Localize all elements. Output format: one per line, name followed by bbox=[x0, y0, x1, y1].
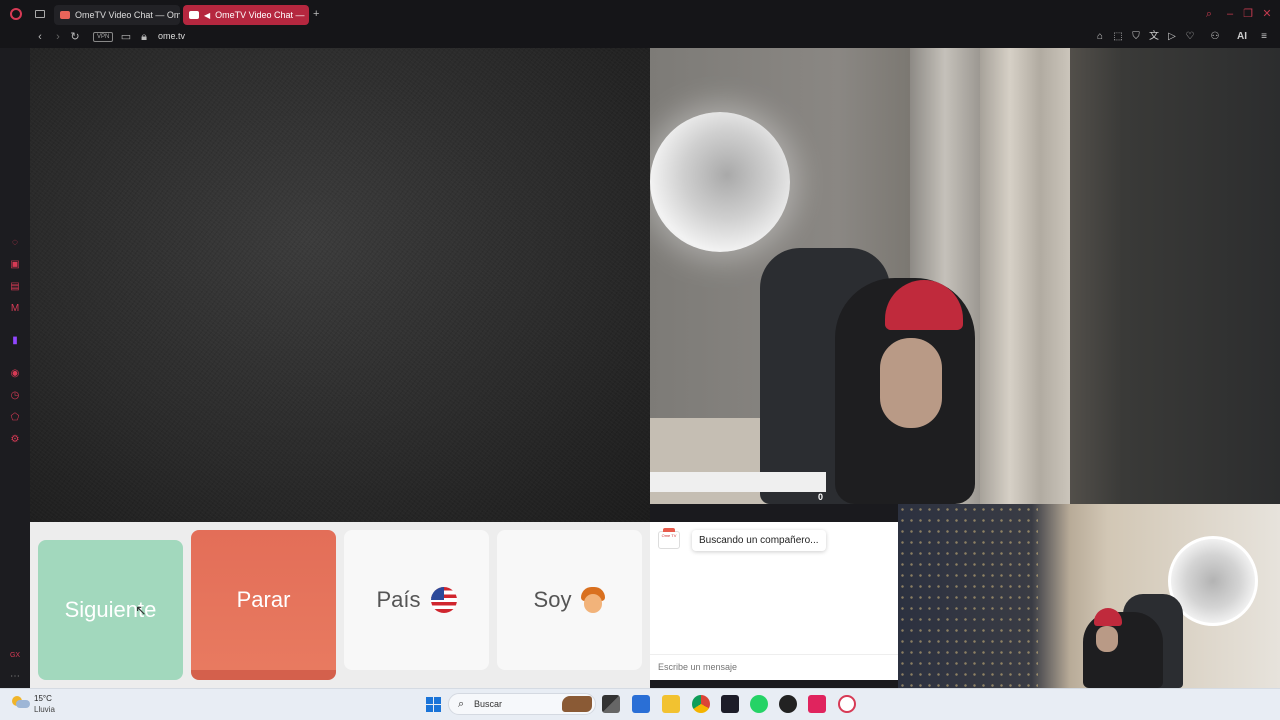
file-explorer-icon[interactable] bbox=[662, 695, 680, 713]
lock-icon[interactable]: 🔒︎ bbox=[137, 30, 151, 44]
chat-status-message: Buscando un compañero... bbox=[692, 530, 826, 551]
opera-gx-icon[interactable] bbox=[838, 695, 856, 713]
gender-label: Soy bbox=[533, 587, 572, 612]
camera-icon[interactable]: ▭ bbox=[119, 30, 133, 44]
stop-button[interactable]: Parar bbox=[191, 530, 336, 680]
player-icon[interactable]: ◉ bbox=[9, 368, 21, 380]
face bbox=[880, 338, 942, 428]
tab-overview-icon[interactable] bbox=[35, 10, 45, 18]
task-view-icon[interactable] bbox=[602, 695, 620, 713]
adblock-icon[interactable]: ⛉ bbox=[1129, 30, 1143, 44]
red-cap bbox=[1094, 608, 1122, 626]
boy-emoji-icon bbox=[581, 587, 606, 613]
viewer-count: 0 bbox=[818, 492, 824, 502]
translate-icon[interactable]: 文 bbox=[1147, 30, 1161, 44]
reload-icon[interactable]: ↻ bbox=[68, 30, 82, 44]
heart-icon[interactable]: ♡ bbox=[1183, 30, 1197, 44]
menu-icon[interactable]: ≡ bbox=[1257, 30, 1271, 44]
self-preview-feed bbox=[898, 504, 1280, 688]
history-icon[interactable]: ◷ bbox=[9, 390, 21, 402]
control-panel: Siguiente Parar País Soy ↖ bbox=[30, 522, 650, 688]
profile-icon[interactable]: ⚇ bbox=[1208, 30, 1222, 44]
bookmark-icon[interactable]: ⌂ bbox=[1093, 30, 1107, 44]
search-icon: ⌕ bbox=[458, 698, 465, 710]
tiktok-icon[interactable] bbox=[808, 695, 826, 713]
country-button[interactable]: País bbox=[344, 530, 489, 670]
minimize-icon[interactable]: – bbox=[1224, 8, 1236, 20]
aria-icon[interactable]: ◌ bbox=[9, 237, 21, 249]
ai-button[interactable]: AI bbox=[1232, 30, 1252, 44]
tab-title: OmeTV Video Chat — Om bbox=[75, 10, 180, 20]
opera-logo-icon[interactable] bbox=[10, 8, 22, 20]
ometv-favicon-icon bbox=[60, 11, 70, 19]
tab-ometv-2[interactable]: ◀ OmeTV Video Chat — bbox=[183, 5, 309, 25]
tab-title: OmeTV Video Chat — bbox=[215, 10, 305, 20]
search-label: Buscar bbox=[474, 699, 503, 709]
gmail-icon[interactable]: M bbox=[9, 303, 21, 315]
speaker-icon: ◀ bbox=[204, 10, 211, 20]
forward-icon[interactable]: › bbox=[51, 30, 65, 44]
chrome-icon[interactable] bbox=[692, 695, 710, 713]
mouse-cursor-icon: ↖ bbox=[135, 602, 147, 618]
gx-icon[interactable]: GX bbox=[9, 650, 21, 662]
back-icon[interactable]: ‹ bbox=[33, 30, 47, 44]
maximize-icon[interactable]: ❐ bbox=[1242, 8, 1254, 20]
twitch-icon[interactable]: ▮ bbox=[9, 335, 21, 347]
us-flag-icon bbox=[430, 587, 457, 613]
whatsapp-icon[interactable] bbox=[750, 695, 768, 713]
crypto-wallet-icon[interactable]: ▣ bbox=[9, 259, 21, 271]
address-bar bbox=[0, 28, 1280, 48]
weather-icon[interactable] bbox=[12, 696, 30, 710]
face bbox=[1096, 626, 1118, 652]
snapshot-icon[interactable]: ⬚ bbox=[1111, 30, 1125, 44]
search-highlight-icon bbox=[562, 696, 592, 712]
play-icon[interactable]: ▷ bbox=[1165, 30, 1179, 44]
extensions-icon[interactable]: ⬠ bbox=[9, 412, 21, 424]
weather-condition[interactable]: Lluvia bbox=[34, 705, 55, 714]
message-input[interactable] bbox=[650, 654, 898, 678]
ometv-logo: Ome TV bbox=[658, 528, 680, 549]
username-overlay bbox=[650, 472, 826, 492]
more-icon[interactable]: ⋯ bbox=[9, 671, 21, 683]
settings-icon[interactable]: ⚙ bbox=[9, 434, 21, 446]
windows-start-icon[interactable] bbox=[426, 697, 441, 712]
gender-button[interactable]: Soy bbox=[497, 530, 642, 670]
url-field[interactable]: ome.tv bbox=[158, 31, 185, 41]
self-camera-feed: 0 bbox=[650, 48, 1280, 504]
search-tabs-icon[interactable]: ⌕ bbox=[1203, 8, 1215, 20]
new-tab-button[interactable]: + bbox=[313, 8, 319, 20]
vpn-badge[interactable]: VPN bbox=[93, 32, 114, 42]
tab-ometv-1[interactable]: OmeTV Video Chat — Om bbox=[54, 5, 180, 25]
store-icon[interactable] bbox=[632, 695, 650, 713]
ometv-favicon-icon bbox=[189, 11, 199, 19]
stop-label: Parar bbox=[236, 587, 291, 612]
stranger-video-feed bbox=[30, 48, 650, 522]
steam-icon[interactable] bbox=[779, 695, 797, 713]
moon-lamp bbox=[650, 112, 790, 252]
close-icon[interactable]: ✕ bbox=[1261, 8, 1273, 20]
chat-panel: Ome TV Buscando un compañero... bbox=[650, 522, 898, 680]
weather-temperature[interactable]: 15°C bbox=[34, 694, 52, 703]
city-view bbox=[898, 504, 1038, 688]
affinity-icon[interactable] bbox=[721, 695, 739, 713]
country-label: País bbox=[376, 587, 421, 612]
messenger-icon[interactable]: ▤ bbox=[9, 281, 21, 293]
next-button[interactable]: Siguiente bbox=[38, 540, 183, 680]
